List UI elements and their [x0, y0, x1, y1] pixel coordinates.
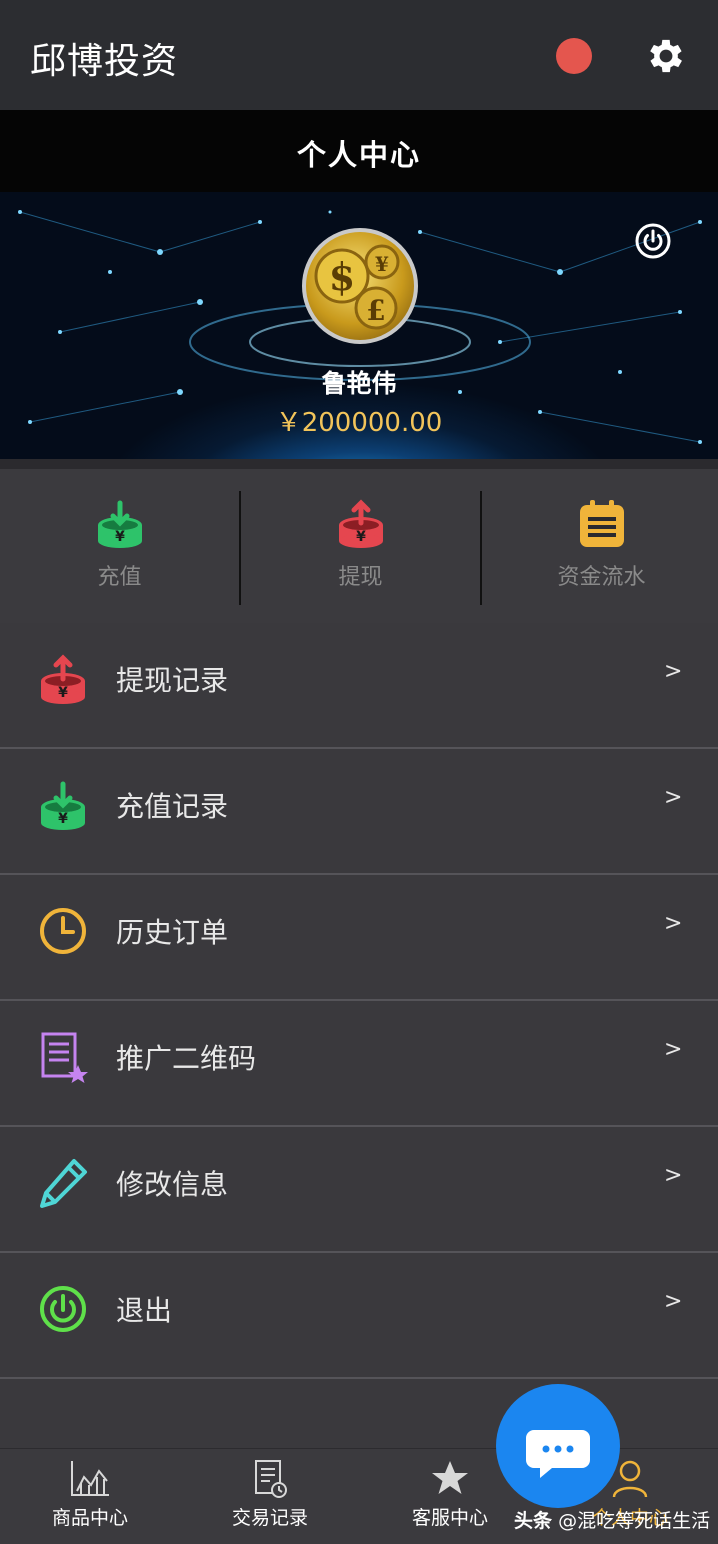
withdraw-record-icon: ¥ [41, 654, 85, 704]
watermark-handle: @混吃等死话生活 [558, 1510, 711, 1532]
document-star-icon [41, 1032, 88, 1083]
gear-icon[interactable] [644, 34, 688, 78]
menu-item-label: 退出 [116, 1294, 173, 1327]
watermark-brand: 头条 [514, 1510, 553, 1532]
menu-item-deposit-record[interactable]: ¥ 充值记录 > [0, 749, 718, 875]
page-header: 个人中心 [0, 110, 718, 192]
svg-text:¥: ¥ [58, 811, 68, 827]
fund-flow-button[interactable]: 资金流水 [482, 499, 718, 591]
app-title: 邱博投资 [30, 41, 179, 82]
quick-actions: ¥ 充值 ¥ 提现 资金流水 [0, 459, 718, 623]
watermark: 头条 @混吃等死话生活 [514, 1506, 710, 1533]
pencil-icon [40, 1159, 87, 1208]
chart-icon [71, 1461, 109, 1496]
menu-item-label: 提现记录 [116, 664, 229, 697]
svg-text:¥: ¥ [356, 529, 366, 545]
user-name: 鲁艳伟 [321, 369, 397, 398]
menu-item-promo-qrcode[interactable]: 推广二维码 > [0, 1001, 718, 1127]
menu-item-label: 历史订单 [116, 916, 229, 949]
notification-dot-icon[interactable] [556, 38, 592, 74]
svg-text:£: £ [366, 294, 385, 327]
menu-list: ¥ 提现记录 > ¥ 充值记录 > 历史订单 > 推广二维码 > 修改信息 > … [0, 623, 718, 1379]
fund-flow-label: 资金流水 [557, 565, 646, 590]
deposit-label: 充值 [97, 565, 142, 590]
power-icon [40, 1286, 86, 1332]
svg-text:¥: ¥ [115, 529, 125, 545]
chevron-right-icon: > [664, 1289, 683, 1314]
account-balance: ￥200000.00 [275, 408, 443, 438]
nav-label: 交易记录 [231, 1507, 308, 1529]
nav-item-products[interactable]: 商品中心 [0, 1459, 180, 1530]
deposit-record-icon: ¥ [41, 781, 85, 830]
svg-text:¥: ¥ [58, 685, 68, 701]
record-icon [255, 1460, 287, 1498]
deposit-button[interactable]: ¥ 充值 [0, 499, 239, 591]
menu-item-withdraw-record[interactable]: ¥ 提现记录 > [0, 623, 718, 749]
chat-fab-button[interactable] [496, 1384, 620, 1508]
nav-item-trade-records[interactable]: 交易记录 [180, 1459, 360, 1530]
chevron-right-icon: > [664, 659, 683, 684]
chevron-right-icon: > [664, 785, 683, 810]
nav-label: 商品中心 [51, 1507, 128, 1529]
menu-item-label: 充值记录 [116, 790, 229, 823]
menu-item-order-history[interactable]: 历史订单 > [0, 875, 718, 1001]
menu-item-label: 修改信息 [116, 1168, 229, 1201]
withdraw-icon: ¥ [338, 499, 383, 548]
svg-text:¥: ¥ [375, 252, 389, 276]
chevron-right-icon: > [664, 911, 683, 936]
page-title: 个人中心 [296, 138, 421, 172]
chat-bubble-icon [526, 1430, 590, 1478]
star-icon [432, 1461, 468, 1494]
chevron-right-icon: > [664, 1163, 683, 1188]
logout-power-icon[interactable] [634, 222, 672, 260]
menu-item-label: 推广二维码 [116, 1042, 257, 1075]
currency-gears-icon: $ ¥ £ [314, 244, 400, 330]
svg-text:$: $ [329, 254, 355, 299]
clock-icon [40, 908, 86, 954]
withdraw-label: 提现 [338, 565, 383, 590]
avatar[interactable]: $ ¥ £ [302, 228, 418, 344]
menu-item-logout[interactable]: 退出 > [0, 1253, 718, 1379]
app-header: 邱博投资 [0, 0, 718, 110]
withdraw-button[interactable]: ¥ 提现 [241, 499, 480, 591]
chevron-right-icon: > [664, 1037, 683, 1062]
ledger-icon [579, 500, 624, 547]
deposit-icon: ¥ [97, 500, 142, 548]
menu-item-edit-info[interactable]: 修改信息 > [0, 1127, 718, 1253]
